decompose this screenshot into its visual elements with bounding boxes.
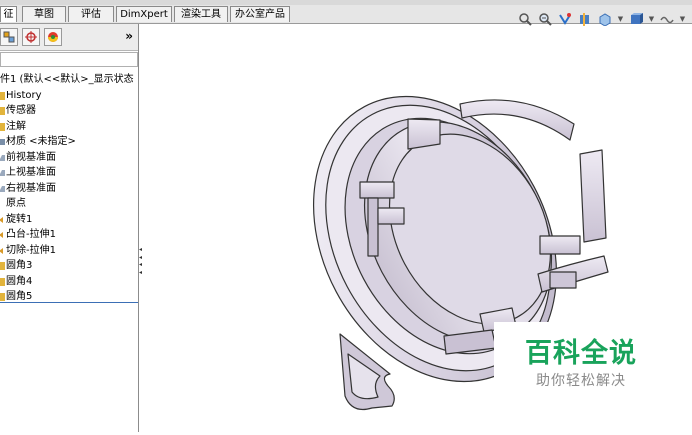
tab-evaluate[interactable]: 评估	[68, 6, 114, 22]
annotation-icon	[0, 122, 5, 131]
plane-icon	[0, 170, 5, 176]
rollback-bar[interactable]	[0, 302, 138, 303]
tree-item-fillet3[interactable]: 圆角3	[0, 258, 138, 274]
tab-dimxpert[interactable]: DimXpert	[116, 6, 172, 22]
tree-item-history[interactable]: History	[0, 88, 138, 104]
tree-item-fillet4[interactable]: 圆角4	[0, 274, 138, 290]
feature-manager-toolbar: »	[0, 24, 138, 51]
watermark-badge: 百科全说 助你轻松解决	[494, 322, 668, 410]
configuration-manager-button[interactable]	[0, 28, 18, 46]
watermark-subtitle: 助你轻松解决	[536, 373, 626, 389]
crosshair-icon	[25, 31, 37, 43]
material-icon	[0, 139, 5, 145]
tree-item-annotations[interactable]: 注解	[0, 119, 138, 135]
fillet-icon	[0, 262, 5, 270]
tree-item-revolve1[interactable]: 旋转1	[0, 212, 138, 228]
expand-panel-chevron[interactable]: »	[125, 29, 133, 43]
sensor-icon	[0, 107, 5, 115]
plane-icon	[0, 185, 5, 192]
appearance-icon	[48, 32, 58, 42]
configuration-icon	[3, 31, 15, 43]
revolve-icon	[0, 216, 3, 223]
tree-item-origin[interactable]: 原点	[0, 196, 138, 212]
fillet-icon	[0, 293, 5, 301]
cut-icon	[0, 247, 3, 254]
extrude-icon	[0, 232, 3, 238]
tree-item-boss-extrude1[interactable]: 凸台-拉伸1	[0, 227, 138, 243]
dimxpert-manager-button[interactable]	[22, 28, 40, 46]
plane-icon	[0, 154, 5, 161]
tab-office-products[interactable]: 办公室产品	[230, 6, 290, 22]
feature-tree: 件1 (默认<<默认>_显示状态 History 传感器 注解 材质 <未指定>…	[0, 72, 138, 305]
tree-item-root-part[interactable]: 件1 (默认<<默认>_显示状态	[0, 72, 138, 88]
feature-manager-panel: » 件1 (默认<<默认>_显示状态 History 传感器 注解 材质 <未指…	[0, 24, 139, 432]
tree-item-sensors[interactable]: 传感器	[0, 103, 138, 119]
tab-render-tools[interactable]: 渲染工具	[174, 6, 228, 22]
display-manager-button[interactable]	[44, 28, 62, 46]
tree-item-right-plane[interactable]: 右视基准面	[0, 181, 138, 197]
tree-item-front-plane[interactable]: 前视基准面	[0, 150, 138, 166]
tree-item-material[interactable]: 材质 <未指定>	[0, 134, 138, 150]
watermark-title: 百科全说	[525, 338, 637, 369]
history-icon	[0, 91, 5, 100]
tree-item-top-plane[interactable]: 上视基准面	[0, 165, 138, 181]
fillet-icon	[0, 277, 5, 286]
tab-features[interactable]: 征	[0, 6, 17, 22]
tab-sketch[interactable]: 草图	[22, 6, 66, 22]
tree-item-cut-extrude1[interactable]: 切除-拉伸1	[0, 243, 138, 259]
feature-filter-input[interactable]	[0, 52, 138, 67]
